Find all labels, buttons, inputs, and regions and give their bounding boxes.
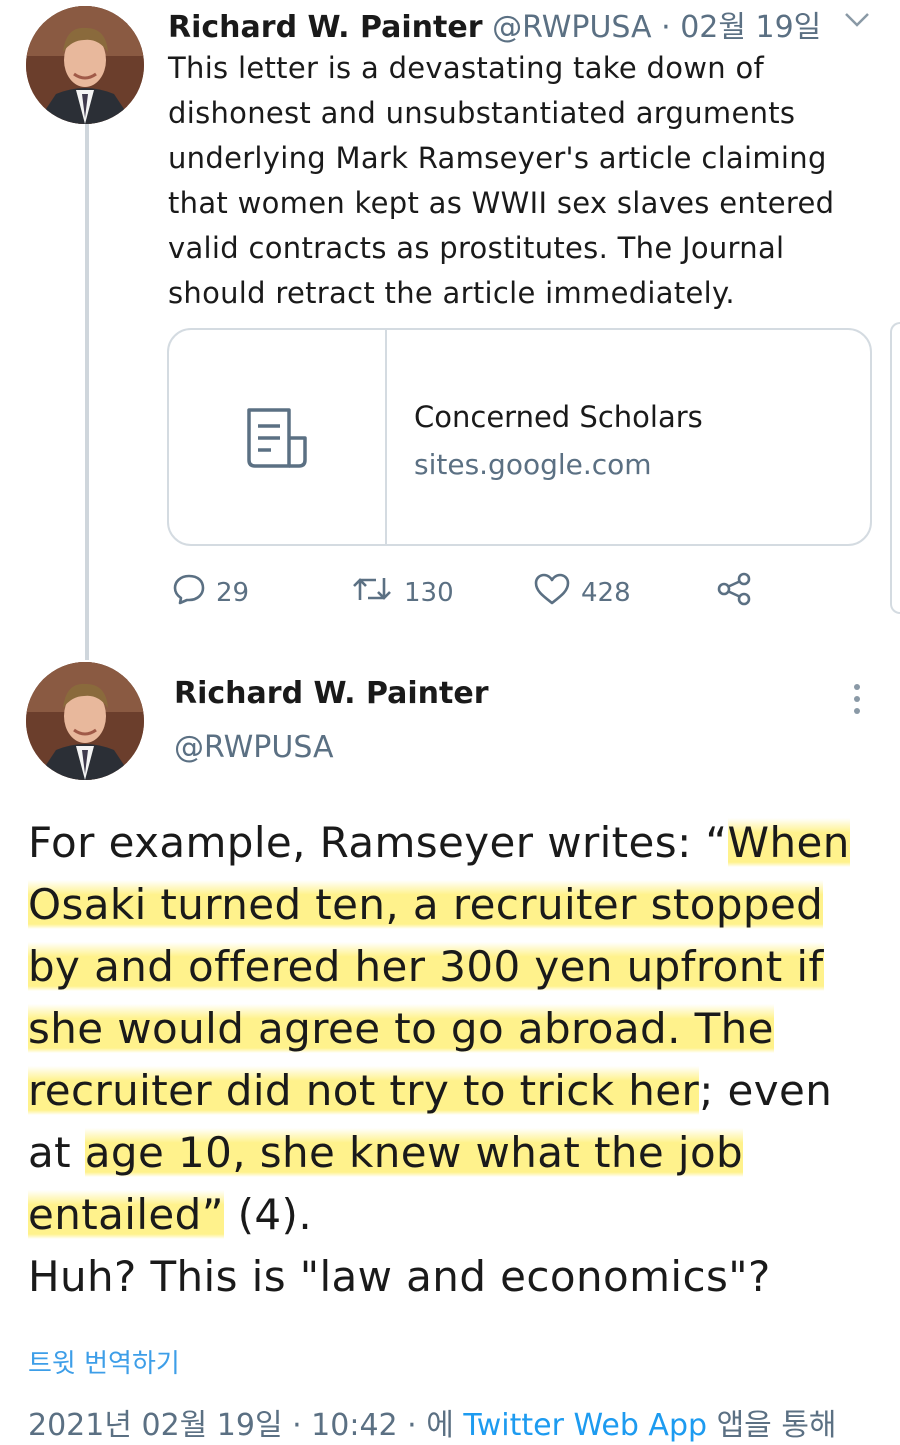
card-title: Concerned Scholars — [414, 400, 703, 434]
like-count: 428 — [581, 577, 631, 608]
source-app-link[interactable]: Twitter Web App — [463, 1408, 707, 1443]
more-options-icon[interactable] — [854, 684, 860, 720]
source-suffix: 앱을 통해 — [716, 1408, 837, 1443]
tweet-text-segment: For example, Ramseyer writes: “ — [28, 818, 728, 867]
retweet-button[interactable]: 130 — [350, 572, 454, 613]
document-icon — [245, 408, 311, 474]
timestamp-text[interactable]: 2021년 02월 19일 · 10:42 · 에 — [28, 1408, 454, 1443]
translate-tweet-link[interactable]: 트윗 번역하기 — [28, 1343, 180, 1380]
share-button[interactable] — [716, 572, 752, 613]
reply-button[interactable]: 29 — [172, 572, 249, 613]
card-url: sites.google.com — [414, 448, 652, 481]
tweet-header: Richard W. Painter @RWPUSA · 02월 19일 — [168, 2, 821, 46]
avatar[interactable] — [26, 662, 144, 780]
avatar[interactable] — [26, 6, 144, 124]
retweet-icon — [350, 572, 394, 613]
author-handle[interactable]: @RWPUSA — [174, 730, 333, 765]
author-name[interactable]: Richard W. Painter — [174, 676, 489, 711]
tweet-text: This letter is a devastating take down o… — [168, 51, 835, 310]
tweet-timestamp: 2021년 02월 19일 · 10:42 · 에 Twitter Web Ap… — [28, 1400, 837, 1444]
tweet-date[interactable]: 02월 19일 — [680, 10, 821, 45]
author-handle[interactable]: @RWPUSA — [492, 10, 651, 45]
tweet-text-segment: Huh? This is "law and economics"? — [28, 1252, 771, 1301]
reply-icon — [172, 572, 206, 613]
scrollbar[interactable] — [890, 322, 900, 614]
highlighted-text: age 10, she knew what the job entailed” — [28, 1128, 744, 1239]
share-icon — [716, 572, 752, 613]
retweet-count: 130 — [404, 577, 454, 608]
author-name[interactable]: Richard W. Painter — [168, 10, 483, 45]
reply-count: 29 — [216, 577, 250, 608]
chevron-down-icon[interactable] — [842, 8, 872, 32]
link-card[interactable]: Concerned Scholars sites.google.com — [167, 328, 872, 546]
card-thumbnail — [169, 330, 387, 544]
like-button[interactable]: 428 — [533, 572, 631, 613]
heart-icon — [533, 572, 571, 613]
tweet-text-segment: (4). — [223, 1190, 313, 1239]
meta-separator: · — [661, 10, 671, 45]
thread-connector-line — [85, 124, 89, 660]
tweet-text: For example, Ramseyer writes: “When Osak… — [28, 812, 878, 1308]
